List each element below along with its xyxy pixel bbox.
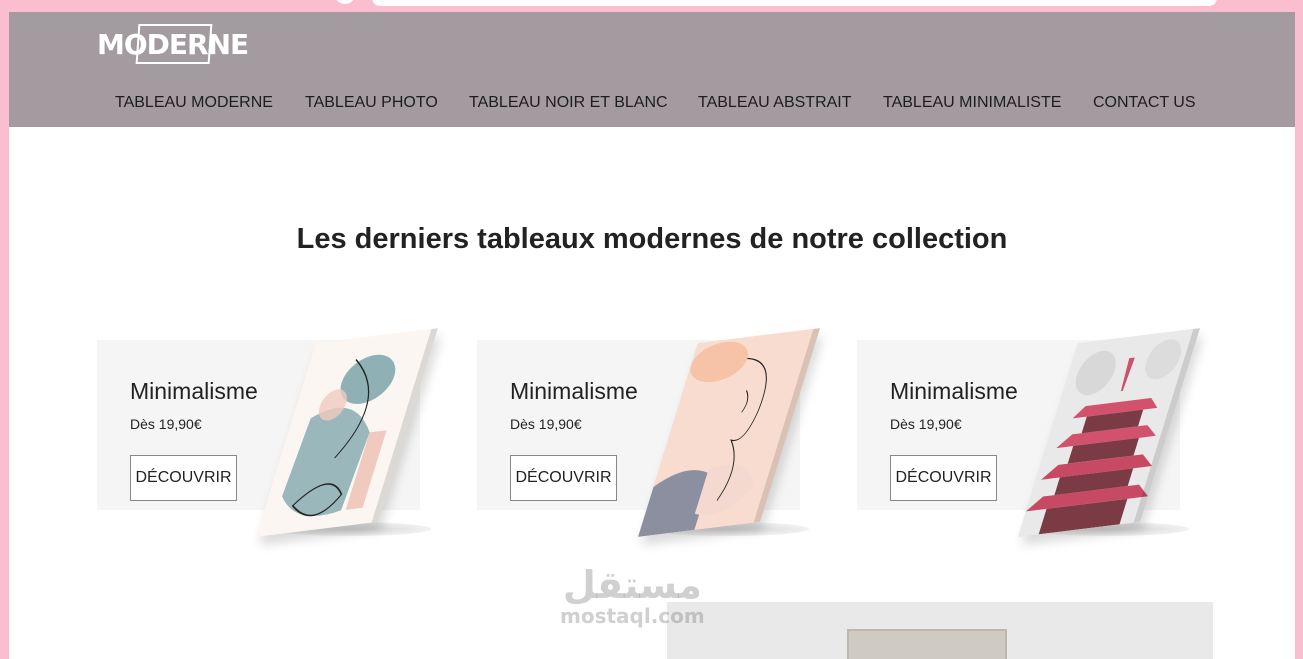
product-price: Dès 19,90€: [890, 416, 962, 432]
framed-artwork: [847, 629, 1007, 659]
logo[interactable]: MODERNE: [97, 22, 249, 66]
promo-banner-image: [667, 602, 1213, 659]
product-name: Minimalisme: [510, 378, 638, 404]
watermark-latin: mostaql.com: [560, 604, 705, 628]
main-nav: TABLEAU MODERNE TABLEAU PHOTO TABLEAU NO…: [9, 94, 1295, 116]
nav-item-contact-us[interactable]: CONTACT US: [1093, 94, 1196, 112]
nav-item-tableau-moderne[interactable]: TABLEAU MODERNE: [115, 94, 273, 112]
nav-item-tableau-photo[interactable]: TABLEAU PHOTO: [305, 94, 438, 112]
section-title: Les derniers tableaux modernes de notre …: [296, 223, 1008, 255]
nav-item-tableau-abstrait[interactable]: TABLEAU ABSTRAIT: [698, 94, 852, 112]
discover-button[interactable]: DÉCOUVRIR: [510, 455, 617, 501]
nav-item-tableau-minimaliste[interactable]: TABLEAU MINIMALISTE: [883, 94, 1061, 112]
product-name: Minimalisme: [890, 378, 1018, 404]
watermark-arabic: مستقل: [562, 563, 702, 607]
nav-item-tableau-noir-et-blanc[interactable]: TABLEAU NOIR ET BLANC: [469, 94, 668, 112]
product-price: Dès 19,90€: [510, 416, 582, 432]
discover-button[interactable]: DÉCOUVRIR: [130, 455, 237, 501]
product-price: Dès 19,90€: [130, 416, 202, 432]
website: MODERNE TABLEAU MODERNE TABLEAU PHOTO TA…: [9, 12, 1295, 659]
site-header: MODERNE TABLEAU MODERNE TABLEAU PHOTO TA…: [9, 12, 1295, 127]
address-bar[interactable]: [372, 0, 1217, 6]
discover-button[interactable]: DÉCOUVRIR: [890, 455, 997, 501]
browser-chrome: [0, 0, 1303, 12]
product-name: Minimalisme: [130, 378, 258, 404]
logo-text: MODERNE: [97, 27, 249, 61]
watermark: مستقل mostaql.com: [560, 565, 705, 627]
browser-button[interactable]: [334, 0, 356, 4]
